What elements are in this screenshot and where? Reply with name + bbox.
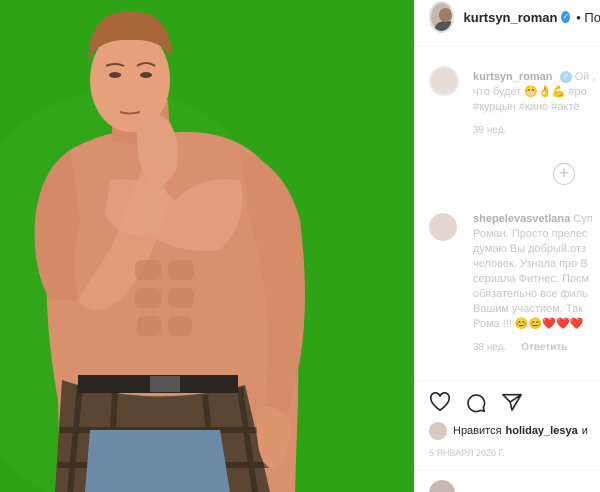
caption-text: kurtsyn_roman ✓ Ой , что будет 😁👌💪 #ро #… (473, 70, 595, 138)
caption-username[interactable]: kurtsyn_roman (473, 71, 552, 83)
header-divider (415, 46, 600, 47)
post-photo[interactable] (0, 0, 414, 492)
author-username[interactable]: kurtsyn_roman (464, 10, 558, 25)
verified-icon: ✓ (561, 11, 571, 23)
likes-user[interactable]: holiday_lesya (506, 425, 578, 437)
comment-line: Роман. Просто прелес (473, 228, 588, 240)
follow-button[interactable]: • По (576, 10, 600, 25)
comment-time[interactable]: 38 нед. (473, 342, 506, 353)
caption-verified-icon: ✓ (559, 71, 572, 84)
comment-text: shepelevasvetlana Суп Роман. Просто прел… (473, 212, 593, 355)
post-header: kurtsyn_roman ✓ • По (415, 0, 600, 34)
heart-icon[interactable] (429, 392, 451, 414)
post-actions (429, 392, 523, 414)
caption-line2: что будет 😁👌💪 #ро (473, 86, 587, 98)
likes-suffix: и (581, 425, 588, 437)
reply-button[interactable]: Ответить (521, 342, 567, 353)
caption-avatar[interactable] (429, 66, 459, 96)
actions-divider (415, 380, 600, 381)
caption-line3: #курцын #кино #актё (473, 101, 580, 113)
author-avatar[interactable] (429, 1, 454, 33)
bottom-divider (415, 470, 600, 471)
likes-summary: Нравится holiday_lesya и (429, 422, 588, 440)
caption-time[interactable]: 39 нед. (473, 123, 595, 138)
post-sidebar: kurtsyn_roman ✓ • По kurtsyn_roman ✓ Ой … (414, 0, 600, 492)
comment-line: думаю Вы добрый.отз (473, 243, 587, 255)
liker-avatar[interactable] (429, 422, 447, 440)
comment-line0: Суп (573, 213, 593, 225)
caption-line1: Ой , (574, 71, 596, 83)
comment-line: человек. Узнала про В (473, 258, 588, 270)
post-date[interactable]: 5 ЯНВАРЯ 2020 Г. (429, 448, 505, 458)
load-more-comments-icon[interactable]: + (553, 163, 575, 185)
likes-prefix: Нравится (453, 425, 502, 437)
comment-avatar[interactable] (429, 213, 457, 241)
current-user-avatar (429, 480, 455, 492)
comment-line: Рома !!! 😊😊❤️❤️❤️ (473, 318, 584, 330)
share-icon[interactable] (501, 392, 523, 414)
post-image (0, 0, 414, 492)
comment-username[interactable]: shepelevasvetlana (473, 213, 570, 225)
comment-line: Вашим участием. Так (473, 303, 584, 315)
comment-icon[interactable] (465, 392, 487, 414)
comment-line: обязательно все филь (473, 288, 588, 300)
comment-line: сериала Фитнес. Посм (473, 273, 590, 285)
